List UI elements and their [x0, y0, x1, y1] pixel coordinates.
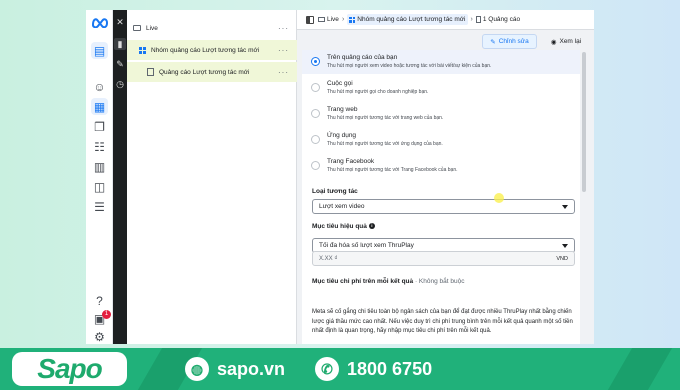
more-dots-icon[interactable]: ···	[278, 24, 289, 33]
tree-item-campaign[interactable]: Live ···	[127, 18, 297, 38]
campaigns-table-icon[interactable]: ▦	[91, 98, 108, 115]
chart-icon[interactable]: ▮	[114, 38, 126, 50]
notification-badge: 1	[102, 310, 111, 319]
crumb-campaign[interactable]: Live	[318, 16, 339, 23]
edit-button[interactable]: ✎ Chỉnh sửa	[482, 34, 537, 49]
pencil-icon: ✎	[490, 38, 496, 46]
crumb-ad[interactable]: 1 Quảng cáo	[475, 16, 520, 23]
folder-icon	[133, 25, 141, 31]
interaction-type-select[interactable]: Lượt xem video	[312, 199, 575, 214]
adset-icon	[139, 46, 146, 54]
pages-icon[interactable]: ❐	[91, 118, 108, 135]
radio[interactable]	[311, 109, 320, 118]
tree-item-label: Nhóm quảng cáo Lượt tương tác mới	[151, 46, 260, 54]
option-on-ad[interactable]: Trên quảng cáo của bạn Thu hút mọi người…	[302, 50, 580, 74]
caret-down-icon	[562, 205, 568, 209]
tree-item-ad[interactable]: Quảng cáo Lượt tương tác mới ···	[127, 62, 297, 82]
sidebar-toggle-icon[interactable]	[306, 15, 314, 24]
close-icon[interactable]: ✕	[114, 16, 126, 28]
radio[interactable]	[311, 135, 320, 144]
radio[interactable]	[311, 161, 320, 170]
conversion-form: Trên quảng cáo của bạn Thu hút mọi người…	[302, 50, 580, 344]
more-dots-icon[interactable]: ···	[278, 46, 289, 55]
phone-icon: ✆	[315, 357, 339, 381]
option-calls[interactable]: Cuộc gọi Thu hút mọi người gọi cho doanh…	[302, 76, 580, 100]
tree-item-label: Live	[146, 24, 158, 32]
cost-goal-input[interactable]: X.XX ₫ VND	[312, 251, 575, 266]
chevron-right-icon: ›	[470, 16, 473, 23]
side-toolbar: ✕ ▮ ✎ ◷	[113, 10, 127, 344]
sapo-logo: Sapo	[12, 352, 127, 386]
breadcrumb: Live › Nhóm quảng cáo Lượt tương tác mới…	[297, 10, 594, 30]
tree-item-adset[interactable]: Nhóm quảng cáo Lượt tương tác mới ···	[127, 40, 297, 60]
info-icon[interactable]: i	[368, 223, 375, 230]
cost-goal-description: Meta sẽ cố gắng chi tiêu toàn bộ ngân sá…	[312, 309, 573, 334]
crumb-adset[interactable]: Nhóm quảng cáo Lượt tương tác mới	[347, 14, 468, 25]
audiences-icon[interactable]: ☷	[91, 138, 108, 155]
left-rail: ▤ ☺ ▦ ❐ ☷ ▥ ◫ ☰ ? ▣ 1 ⚙	[86, 10, 113, 344]
performance-goal-label: Mục tiêu hiệu quả i	[312, 223, 375, 230]
more-dots-icon[interactable]: ···	[278, 68, 289, 77]
option-facebook-page[interactable]: Trang Facebook Thu hút mọi người tương t…	[302, 154, 580, 178]
ad-icon	[475, 16, 481, 23]
catalog-icon[interactable]: ▥	[91, 158, 108, 175]
chevron-right-icon: ›	[341, 16, 345, 23]
adset-icon	[349, 16, 356, 23]
radio-selected[interactable]	[311, 57, 320, 66]
review-button[interactable]: ◉ Xem lại	[543, 34, 589, 49]
help-icon[interactable]: ?	[91, 292, 108, 309]
interaction-type-label: Loại tương tác	[312, 188, 358, 195]
campaign-tree: Live ··· Nhóm quảng cáo Lượt tương tác m…	[127, 10, 297, 344]
eye-icon: ◉	[550, 38, 557, 46]
caret-down-icon	[562, 244, 568, 248]
footer-banner: Sapo ◍ sapo.vn ✆ 1800 6750	[0, 348, 680, 390]
pencil-icon[interactable]: ✎	[114, 58, 126, 70]
ads-manager-icon[interactable]: ▤	[91, 42, 108, 59]
cost-goal-label: Mục tiêu chi phí trên mỗi kết quả · Khôn…	[312, 278, 465, 285]
phone-link[interactable]: ✆ 1800 6750	[315, 356, 432, 382]
tree-item-label: Quảng cáo Lượt tương tác mới	[159, 68, 250, 76]
meta-logo-icon	[91, 18, 109, 28]
media-icon[interactable]: ◫	[91, 178, 108, 195]
globe-icon: ◍	[185, 357, 209, 381]
radio[interactable]	[311, 83, 320, 92]
option-app[interactable]: Ứng dụng Thu hút mọi người tương tác với…	[302, 128, 580, 152]
mouse-cursor	[494, 193, 504, 203]
footer-stripe	[607, 348, 673, 390]
folder-icon	[318, 17, 325, 22]
clock-icon[interactable]: ◷	[114, 78, 126, 90]
ad-icon	[147, 68, 154, 76]
toolbar: ✎ Chỉnh sửa ◉ Xem lại	[297, 30, 594, 52]
settings-icon[interactable]: ⚙	[91, 328, 108, 344]
smiley-icon[interactable]: ☺	[91, 78, 108, 95]
ads-manager-window: ▤ ☺ ▦ ❐ ☷ ▥ ◫ ☰ ? ▣ 1 ⚙ ✕ ▮ ✎ ◷ Live ···…	[86, 10, 594, 344]
menu-icon[interactable]: ☰	[91, 198, 108, 215]
option-website[interactable]: Trang web Thu hút mọi người tương tác vớ…	[302, 102, 580, 126]
website-link[interactable]: ◍ sapo.vn	[185, 356, 285, 382]
scrollbar[interactable]	[582, 52, 586, 192]
